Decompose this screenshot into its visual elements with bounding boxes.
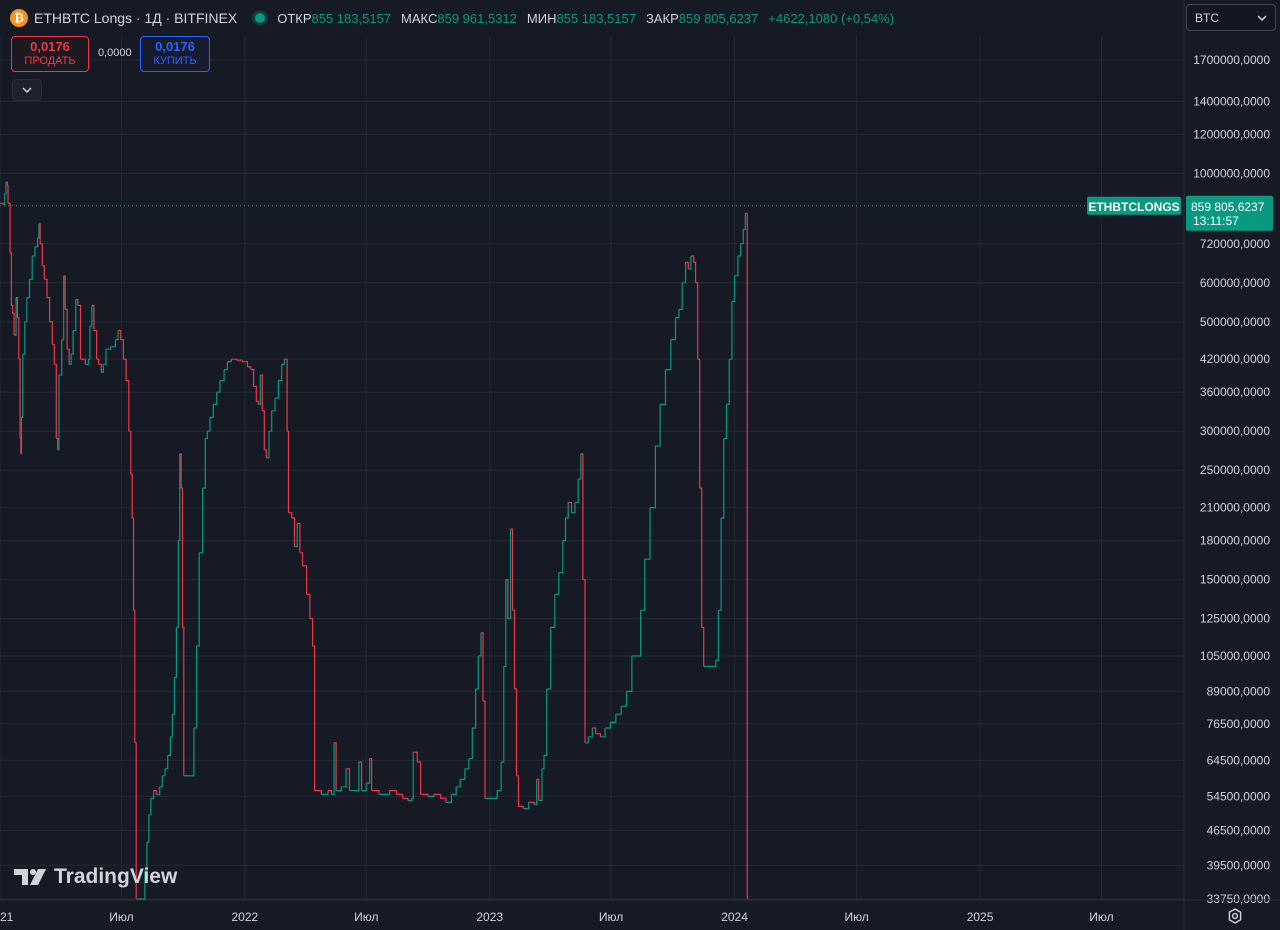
x-tick-label: 2022 <box>231 910 258 924</box>
low-value: 855 183,5157 <box>556 10 636 26</box>
y-tick-label: 1000000,0000 <box>1193 166 1270 180</box>
x-tick-label: 2021 <box>0 910 14 924</box>
spread-value: 0,0000 <box>98 47 132 59</box>
x-tick-label: 2025 <box>967 910 994 924</box>
y-tick-label: 300000,0000 <box>1200 424 1270 438</box>
x-tick-label: Июл <box>599 910 623 924</box>
change-value: +4622,1080 (+0,54%) <box>768 10 895 26</box>
chevron-down-icon <box>22 87 32 94</box>
y-tick-label: 1200000,0000 <box>1193 127 1270 141</box>
y-tick-label: 33750,0000 <box>1207 892 1271 906</box>
y-tick-label: 125000,0000 <box>1200 612 1270 626</box>
sell-price: 0,0176 <box>30 39 70 54</box>
price-chart[interactable]: 1700000,0000 1400000,0000 1200000,0000 1000… <box>0 0 1280 930</box>
x-tick-label: Июл <box>844 910 868 924</box>
price-step <box>20 417 23 455</box>
high-label: МАКС <box>401 10 438 26</box>
sell-label: ПРОДАТЬ <box>24 55 76 67</box>
y-tick-label: 1400000,0000 <box>1193 94 1270 108</box>
ohlc-values: ОТКР855 183,5157 МАКС859 961,5312 МИН855… <box>277 11 894 26</box>
y-tick-label: 500000,0000 <box>1200 315 1270 329</box>
y-tick-label: 600000,0000 <box>1200 276 1270 290</box>
open-label: ОТКР <box>277 10 312 26</box>
y-tick-label: 54500,0000 <box>1207 789 1271 803</box>
chart-background <box>0 0 1280 930</box>
tradingview-logo[interactable]: TradingView <box>12 865 177 889</box>
bitcoin-icon: ₿ <box>10 9 28 27</box>
open-value: 855 183,5157 <box>311 10 392 26</box>
y-tick-label: 46500,0000 <box>1207 823 1271 837</box>
y-tick-label: 250000,0000 <box>1200 463 1270 477</box>
low-label: МИН <box>526 10 557 26</box>
y-tick-label: 210000,0000 <box>1200 501 1270 515</box>
y-tick-label: 105000,0000 <box>1200 649 1270 663</box>
market-status-icon[interactable] <box>255 13 266 23</box>
close-label: ЗАКР <box>645 10 679 26</box>
symbol-tag-label: ETHBTCLONGS <box>1088 200 1179 214</box>
close-value: 859 805,6237 <box>678 10 759 26</box>
buy-button[interactable]: 0,0176 КУПИТЬ <box>140 36 210 72</box>
y-tick-label: 420000,0000 <box>1200 352 1270 366</box>
symbol-title[interactable]: ETHBTC Longs · 1Д · BITFINEX <box>34 10 237 26</box>
logo-text: TradingView <box>54 865 178 888</box>
chevron-down-icon <box>1257 14 1267 21</box>
price-tag-countdown: 13:11:57 <box>1193 214 1239 228</box>
y-tick-label: 76500,0000 <box>1207 717 1271 731</box>
x-tick-label: Июл <box>109 910 133 924</box>
price-step <box>20 437 22 454</box>
x-tick-label: Июл <box>1089 910 1113 924</box>
collapse-button[interactable] <box>12 79 42 101</box>
chart-header: ₿ ETHBTC Longs · 1Д · BITFINEX ОТКР855 1… <box>10 6 894 30</box>
x-tick-label: 2023 <box>476 910 503 924</box>
x-tick-label: 2024 <box>721 910 748 924</box>
high-value: 859 961,5312 <box>437 10 517 26</box>
buy-label: КУПИТЬ <box>153 55 197 67</box>
y-tick-label: 39500,0000 <box>1207 858 1271 872</box>
settings-icon[interactable] <box>1226 907 1244 925</box>
y-tick-label: 1700000,0000 <box>1193 53 1270 67</box>
tradingview-logo-icon <box>14 869 46 885</box>
price-step <box>7 184 9 204</box>
buy-price: 0,0176 <box>155 39 195 54</box>
currency-select-value: BTC <box>1195 10 1219 25</box>
y-tick-label: 360000,0000 <box>1200 385 1270 399</box>
y-tick-label: 89000,0000 <box>1207 684 1271 698</box>
y-tick-label: 180000,0000 <box>1200 534 1270 548</box>
y-tick-label: 720000,0000 <box>1200 237 1270 251</box>
sell-button[interactable]: 0,0176 ПРОДАТЬ <box>11 36 89 72</box>
price-tag-value: 859 805,6237 <box>1191 200 1265 214</box>
currency-select[interactable]: BTC <box>1186 4 1276 31</box>
y-tick-label: 150000,0000 <box>1200 573 1270 587</box>
y-tick-label: 64500,0000 <box>1207 753 1271 767</box>
x-tick-label: Июл <box>354 910 378 924</box>
